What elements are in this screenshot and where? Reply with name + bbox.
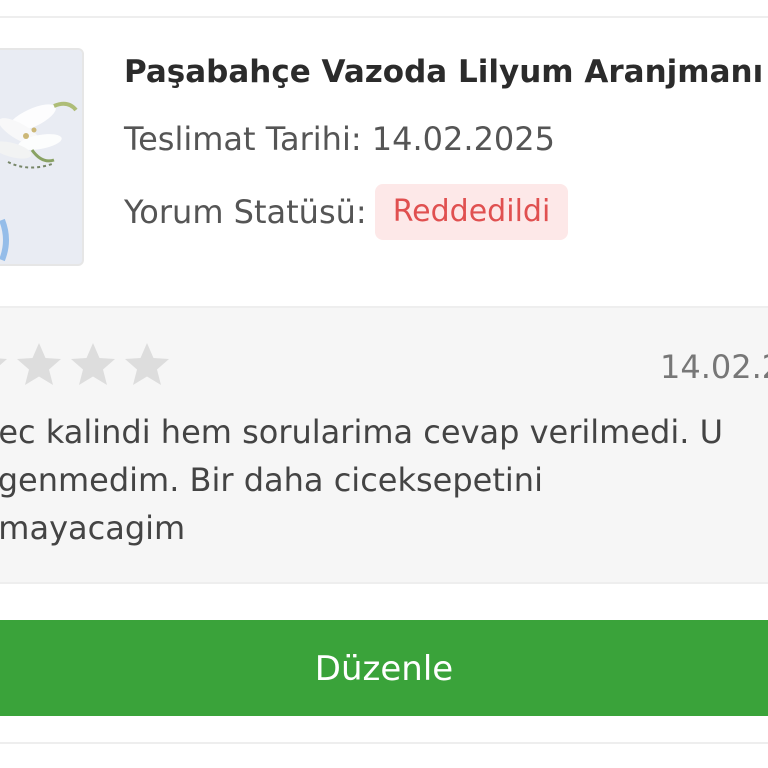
review-text-line: nmayacagim xyxy=(0,509,186,547)
top-divider xyxy=(0,0,768,18)
star-rating xyxy=(0,340,176,390)
product-title[interactable]: Paşabahçe Vazoda Lilyum Aranjmanı xyxy=(124,54,763,90)
product-image[interactable] xyxy=(0,48,84,266)
review-text: gec kalindi hem sorularima cevap verilme… xyxy=(0,408,768,552)
lily-bouquet-icon xyxy=(0,50,82,264)
bottom-divider xyxy=(0,742,768,744)
review-card-screen: Paşabahçe Vazoda Lilyum Aranjmanı Teslim… xyxy=(0,0,768,768)
star-icon xyxy=(0,358,7,366)
star-icon xyxy=(17,343,61,385)
review-text-line: gec kalindi hem sorularima cevap verilme… xyxy=(0,413,723,451)
delivery-label: Teslimat Tarihi: xyxy=(124,120,362,158)
star-icon xyxy=(71,343,115,385)
review-text-line: egenmedim. Bir daha ciceksepetini xyxy=(0,461,543,499)
delivery-date: 14.02.2025 xyxy=(371,120,555,158)
review-status-label: Yorum Statüsü: xyxy=(124,193,367,231)
edit-button[interactable]: Düzenle xyxy=(0,620,768,716)
delivery-row: Teslimat Tarihi: 14.02.2025 xyxy=(124,120,555,158)
review-status-row: Yorum Statüsü: Reddedildi xyxy=(124,184,569,240)
review-date: 14.02.2 xyxy=(660,348,768,386)
star-icon xyxy=(125,343,169,385)
status-badge: Reddedildi xyxy=(374,184,569,240)
